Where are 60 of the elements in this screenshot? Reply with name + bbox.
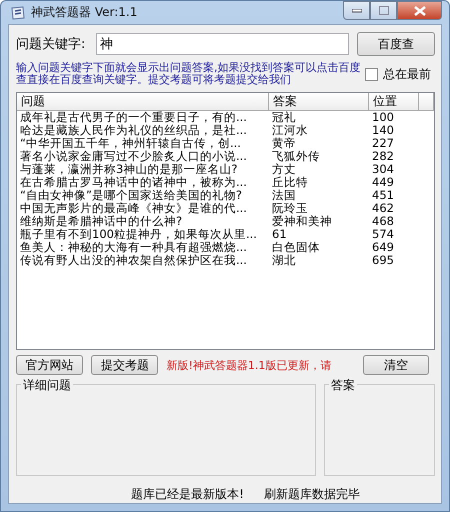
position-cell-text: 462 (371, 202, 395, 215)
keyword-label: 问题关键字: (16, 36, 86, 53)
submit-question-button[interactable]: 提交考题 (91, 355, 158, 375)
question-cell-text: 成年礼是古代男子的一个重要日子，有的... (19, 111, 248, 124)
answer-cell-text: 黄帝 (271, 137, 296, 150)
question-cell-text: 维纳斯是希腊神话中的什么神? (19, 215, 184, 228)
position-cell-text: 451 (371, 189, 395, 202)
question-cell-text: 瓶子里有不到100粒提神丹，如果每次从里... (19, 228, 258, 241)
question-cell-text: 鱼美人：神秘的大海有一种具有超强燃烧... (19, 241, 248, 254)
position-cell-text: 100 (371, 111, 395, 124)
group-title: 答案 (328, 377, 357, 394)
answer-cell-text: 61 (271, 228, 288, 241)
question-cell-text: 哈达是藏族人民作为礼仪的丝织品，是社... (19, 124, 248, 137)
maximize-icon (378, 6, 388, 15)
answer-cell-text: 飞狐外传 (271, 150, 321, 163)
status-text: 刷新题库数据完毕 (264, 486, 360, 503)
question-cell-text: “自由女神像”是哪个国家送给美国的礼物? (19, 189, 244, 202)
answer-cell-text: 湖北 (271, 254, 297, 267)
hint-text: 输入问题关键字下面就会显示出问题答案,如果没找到答案可以点击百度查直接在百度查询关键字。提交考题可将考题提交给我们 (16, 62, 361, 86)
position-cell-text: 649 (371, 241, 395, 254)
always-on-top-checkbox[interactable]: 总在最前 (365, 66, 431, 82)
answer-cell-text: 阮玲玉 (271, 202, 308, 215)
question-cell-text: 著名小说家金庸写过不少脍炙人口的小说... (19, 150, 248, 163)
answer-cell-text: 方丈 (271, 163, 297, 176)
answer-cell-text: 法国 (271, 189, 297, 202)
answer-cell-text: 白色固体 (271, 241, 321, 254)
app-icon (10, 4, 26, 20)
minimize-button[interactable] (343, 1, 370, 20)
question-cell-text: 传说有野人出没的神农架自然保护区在我... (19, 254, 248, 267)
column-header[interactable]: 问题 (17, 93, 269, 110)
position-cell-text: 449 (371, 176, 395, 189)
close-button[interactable] (397, 1, 442, 20)
column-header[interactable]: 位置 (369, 93, 419, 110)
minimize-icon (352, 8, 362, 12)
position-cell-text: 282 (371, 150, 395, 163)
position-cell-text: 574 (371, 228, 395, 241)
official-site-button[interactable]: 官方网站 (16, 355, 84, 375)
question-cell-text: 在古希腊古罗马神话中的诸神中，被称为... (19, 176, 248, 189)
clear-button[interactable]: 清空 (362, 355, 430, 375)
close-icon (414, 6, 426, 16)
answer-cell-text: 丘比特 (271, 176, 309, 189)
status-text: 题库已经是最新版本! (131, 486, 244, 503)
window-title: 神武答题器 Ver:1.1 (31, 4, 138, 21)
position-cell-text: 695 (371, 254, 395, 267)
answer-cell-text: 江河水 (271, 124, 309, 137)
question-cell-text: 中国无声影片的最高峰《神女》是谁的代... (19, 202, 248, 215)
answer-cell-text: 爱神和美神 (271, 215, 333, 228)
question-cell-text: “中华开国五千年，神州轩辕自古传，创... (19, 137, 242, 150)
position-cell-text: 140 (371, 124, 395, 137)
position-cell-text: 227 (371, 137, 395, 150)
position-cell-text: 468 (371, 215, 395, 228)
question-cell-text: 与蓬莱，瀛洲并称3神山的是那一座名山? (19, 163, 238, 176)
position-cell-text: 304 (371, 163, 395, 176)
column-header[interactable]: 答案 (269, 93, 369, 110)
checkbox-box[interactable] (365, 68, 378, 80)
update-notice: 新版!神武答题器1.1版已更新，请 (166, 358, 332, 372)
keyword-field[interactable]: 神 (96, 33, 349, 55)
answer-cell-text: 冠礼 (271, 111, 297, 124)
baidu-search-button[interactable]: 百度查 (357, 32, 435, 56)
group-title: 详细问题 (21, 377, 73, 394)
